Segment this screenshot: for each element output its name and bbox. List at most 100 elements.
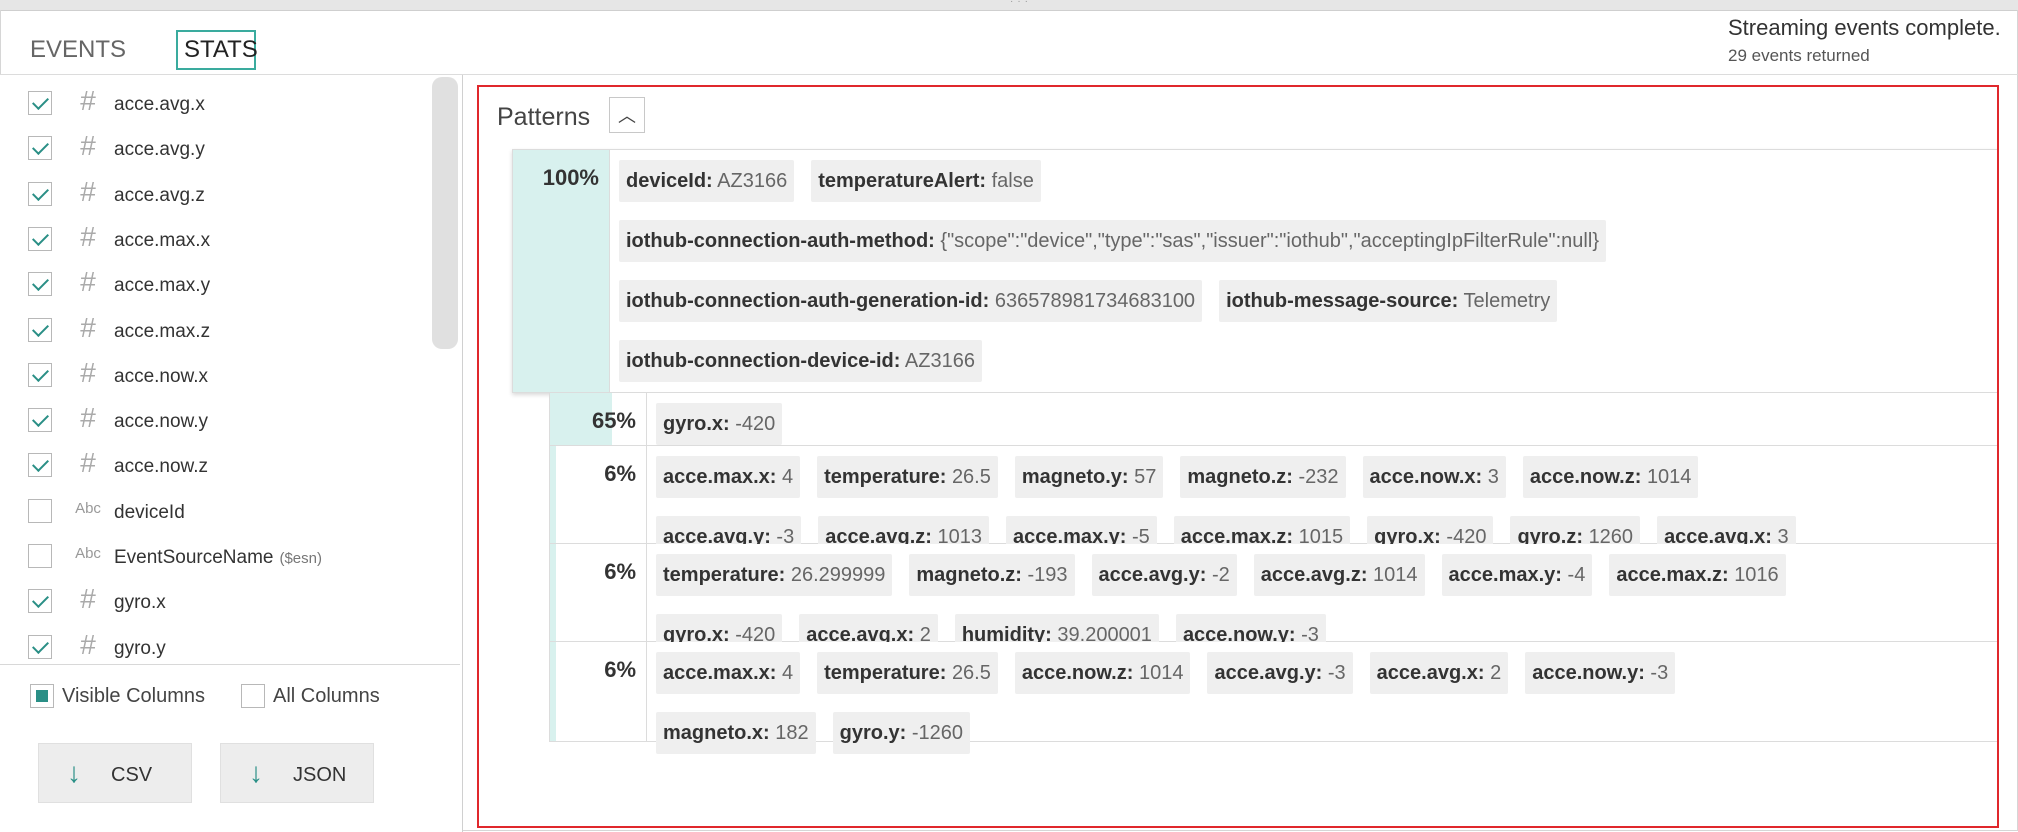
attribute-chip[interactable]: iothub-message-source: Telemetry	[1219, 280, 1558, 322]
pattern-row[interactable]: 100% deviceId: AZ3166 temperatureAlert: fa…	[512, 149, 1997, 393]
number-type-icon: #	[80, 175, 96, 207]
attribute-chip[interactable]: gyro.y: -1260	[832, 712, 971, 754]
attribute-chip[interactable]: acce.avg.y: -2	[1091, 554, 1237, 596]
column-item[interactable]: # gyro.x	[0, 581, 430, 626]
pattern-attributes: deviceId: AZ3166 temperatureAlert: false i…	[619, 160, 1997, 400]
attribute-chip[interactable]: acce.max.x: 4	[656, 456, 801, 498]
attribute-key: acce.avg.y:	[1098, 564, 1207, 586]
attribute-chip[interactable]: acce.now.z: 1014	[1522, 456, 1699, 498]
column-checkbox[interactable]	[28, 91, 52, 115]
attribute-chip[interactable]: iothub-connection-auth-generation-id: 63…	[619, 280, 1203, 322]
attribute-chip[interactable]: magneto.x: 182	[656, 712, 816, 754]
tab-bar: EVENTS STATS	[0, 10, 462, 74]
column-item[interactable]: Abc EventSourceName ($esn)	[0, 536, 430, 581]
column-checkbox[interactable]	[28, 272, 52, 297]
attribute-chip[interactable]: magneto.z: -193	[909, 554, 1075, 596]
column-item[interactable]: # acce.avg.z	[0, 174, 430, 219]
attribute-chip[interactable]: acce.now.z: 1014	[1014, 652, 1191, 694]
attribute-value: false	[991, 170, 1034, 192]
attribute-chip[interactable]: acce.avg.y: -3	[1207, 652, 1353, 694]
number-type-icon: #	[80, 402, 96, 434]
attribute-chip[interactable]: magneto.z: -232	[1180, 456, 1346, 498]
column-checkbox[interactable]	[28, 362, 52, 387]
pattern-row[interactable]: 65% gyro.x: -420	[549, 393, 1997, 446]
column-checkbox[interactable]	[28, 544, 52, 568]
column-item[interactable]: # gyro.y	[0, 627, 430, 667]
attribute-key: gyro.x:	[663, 413, 730, 435]
attribute-value: -1260	[911, 722, 964, 744]
json-download-button[interactable]: ↓ JSON	[220, 743, 374, 803]
attribute-chip[interactable]: acce.max.y: -4	[1441, 554, 1593, 596]
csv-download-button[interactable]: ↓ CSV	[38, 743, 192, 803]
column-name-text: acce.now.z	[114, 456, 208, 478]
column-name: acce.avg.y	[114, 136, 205, 164]
attribute-chip[interactable]: acce.now.x: 3	[1362, 456, 1506, 498]
attribute-value: -232	[1298, 466, 1339, 488]
pattern-separator	[646, 642, 647, 741]
attribute-chip[interactable]: iothub-connection-auth-method: {"scope":…	[619, 220, 1606, 262]
attribute-chip[interactable]: acce.max.x: 4	[656, 652, 801, 694]
attribute-chip[interactable]: acce.avg.z: 1014	[1253, 554, 1425, 596]
column-name: gyro.y	[114, 635, 166, 663]
column-checkbox[interactable]	[28, 136, 52, 161]
attribute-value: 26.299999	[790, 564, 886, 586]
column-item[interactable]: Abc deviceId	[0, 491, 430, 536]
attribute-value: 2	[1490, 662, 1502, 684]
attribute-value: 182	[775, 722, 809, 744]
attribute-chip[interactable]: acce.now.y: -3	[1525, 652, 1676, 694]
attribute-value: -193	[1027, 564, 1068, 586]
column-name: deviceId	[114, 499, 185, 527]
pattern-percent-bar	[550, 544, 556, 641]
column-item[interactable]: # acce.avg.x	[0, 83, 430, 128]
column-name-text: acce.max.z	[114, 320, 211, 342]
column-name: acce.avg.x	[114, 91, 205, 119]
attribute-chip[interactable]: iothub-connection-device-id: AZ3166	[619, 340, 982, 382]
csv-label: CSV	[111, 764, 153, 786]
attribute-key: acce.now.x:	[1369, 466, 1483, 488]
column-item[interactable]: # acce.now.y	[0, 400, 430, 445]
attribute-chip[interactable]: temperature: 26.5	[817, 652, 998, 694]
attribute-value: -3	[1327, 662, 1346, 684]
attribute-chip[interactable]: magneto.y: 57	[1014, 456, 1164, 498]
attribute-chip[interactable]: deviceId: AZ3166	[619, 160, 795, 202]
column-checkbox[interactable]	[28, 408, 52, 433]
column-item[interactable]: # acce.max.y	[0, 264, 430, 309]
column-item[interactable]: # acce.avg.y	[0, 128, 430, 173]
attribute-chip[interactable]: temperature: 26.299999	[656, 554, 893, 596]
column-item[interactable]: # acce.max.x	[0, 219, 430, 264]
attribute-value: 1014	[1138, 662, 1184, 684]
column-checkbox[interactable]	[28, 453, 52, 478]
attribute-value: AZ3166	[904, 350, 975, 372]
attribute-chip[interactable]: temperature: 26.5	[817, 456, 998, 498]
all-columns-checkbox[interactable]	[241, 684, 265, 708]
visible-columns-label: Visible Columns	[62, 685, 206, 707]
attribute-chip[interactable]: acce.max.z: 1016	[1609, 554, 1786, 596]
column-checkbox[interactable]	[28, 226, 52, 251]
tab-stats[interactable]: STATS	[176, 30, 258, 70]
tab-events[interactable]: EVENTS	[24, 30, 132, 70]
pattern-row[interactable]: 6% temperature: 26.299999 magneto.z: -193 a…	[549, 544, 1997, 656]
chevron-up-icon: ︿	[618, 106, 636, 126]
resize-grip[interactable]: ···	[1010, 0, 1070, 7]
attribute-chip[interactable]: acce.avg.x: 2	[1369, 652, 1509, 694]
column-item[interactable]: # acce.now.x	[0, 355, 430, 400]
pattern-row[interactable]: 6% acce.max.x: 4 temperature: 26.5 acce.now…	[549, 642, 1997, 754]
attribute-chip[interactable]: gyro.x: -420	[656, 403, 783, 445]
column-list-scroll-thumb[interactable]	[432, 77, 458, 349]
column-name: acce.max.z	[114, 318, 210, 346]
column-item[interactable]: # acce.now.z	[0, 445, 430, 490]
column-name-text: acce.avg.z	[114, 184, 205, 206]
attribute-key: temperature:	[663, 564, 786, 586]
column-item[interactable]: # acce.max.z	[0, 310, 430, 355]
visible-columns-checkbox[interactable]	[30, 684, 54, 708]
column-checkbox[interactable]	[28, 634, 52, 659]
column-checkbox[interactable]	[28, 589, 52, 614]
column-checkbox[interactable]	[28, 498, 52, 523]
column-checkbox[interactable]	[28, 181, 52, 206]
attribute-key: acce.avg.y:	[1214, 662, 1323, 684]
pattern-row[interactable]: 6% acce.max.x: 4 temperature: 26.5 magneto.…	[549, 446, 1997, 558]
column-checkbox[interactable]	[28, 317, 52, 342]
string-type-icon: Abc	[75, 499, 101, 517]
attribute-chip[interactable]: temperatureAlert: false	[811, 160, 1041, 202]
collapse-patterns-button[interactable]: ︿	[609, 97, 645, 133]
